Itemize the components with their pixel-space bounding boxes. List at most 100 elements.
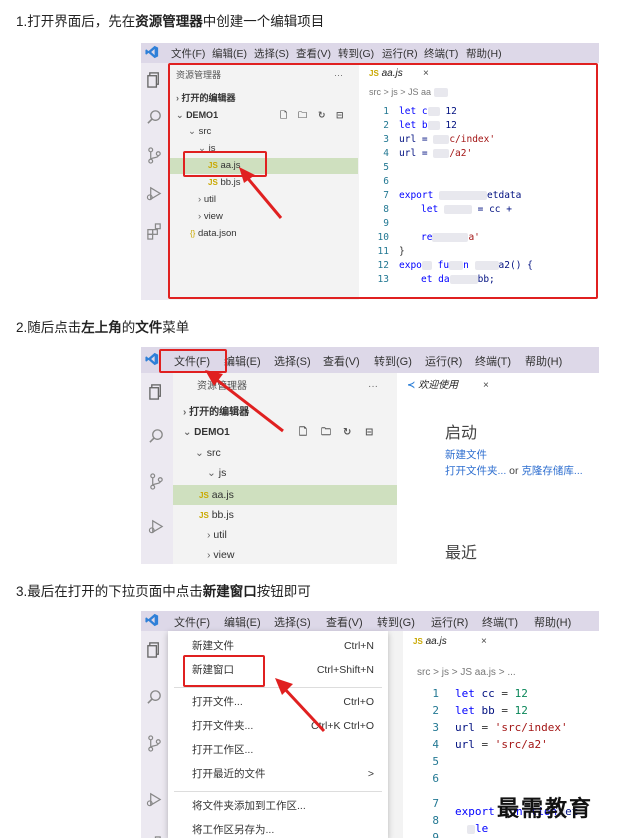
chevron-down-icon: ⌄ [195, 447, 204, 459]
more-icon[interactable]: ··· [368, 379, 378, 395]
menu-select[interactable]: 选择(S) [274, 614, 311, 630]
blurred-region [467, 824, 475, 834]
explorer-icon[interactable] [146, 71, 163, 88]
menu-item-save-workspace-as[interactable]: 将工作区另存为... [168, 819, 388, 838]
or-text: or [506, 465, 522, 477]
welcome-recent-heading: 最近 [445, 545, 478, 562]
source-control-icon[interactable] [148, 473, 165, 490]
menu-terminal[interactable]: 终端(T) [482, 614, 518, 630]
line-number: 4 [432, 738, 439, 751]
menu-terminal[interactable]: 终端(T) [424, 46, 458, 61]
code-token: = [474, 721, 495, 734]
step-text: 菜单 [162, 320, 190, 335]
menu-item-add-folder-to-workspace[interactable]: 将文件夹添加到工作区... [168, 795, 388, 817]
menu-view[interactable]: 查看(V) [296, 46, 331, 61]
search-icon[interactable] [146, 109, 163, 126]
menu-item-open-recent[interactable]: 打开最近的文件 > [168, 763, 388, 785]
collapse-icon[interactable]: ⊟ [365, 425, 373, 441]
line-number: 2 [432, 704, 439, 717]
open-editors-section[interactable]: › 打开的编辑器 [173, 405, 397, 421]
menu-goto[interactable]: 转到(G) [338, 46, 374, 61]
menu-select[interactable]: 选择(S) [254, 46, 289, 61]
tree-item-bb-js[interactable]: JS bb.js [173, 507, 397, 523]
menu-run[interactable]: 运行(R) [431, 614, 468, 630]
clone-repo-link[interactable]: 克隆存储库... [521, 465, 582, 477]
explorer-icon[interactable] [146, 641, 163, 658]
menu-help[interactable]: 帮助(H) [534, 614, 571, 630]
menu-select[interactable]: 选择(S) [274, 353, 311, 369]
new-file-link[interactable]: 新建文件 [445, 447, 487, 462]
new-folder-icon[interactable]: 🗀 [321, 425, 331, 441]
menu-item-open-workspace[interactable]: 打开工作区... [168, 739, 388, 761]
search-icon[interactable] [146, 689, 163, 706]
menu-separator [174, 791, 382, 792]
open-folder-link[interactable]: 打开文件夹... [445, 465, 506, 477]
tree-item-js[interactable]: ⌄ js [173, 465, 397, 481]
js-file-icon: JS [199, 511, 209, 520]
tree-item-view[interactable]: › view [173, 547, 397, 563]
menu-help[interactable]: 帮助(H) [466, 46, 502, 61]
menu-item-open-file[interactable]: 打开文件... Ctrl+O [168, 691, 388, 713]
menu-goto[interactable]: 转到(G) [374, 353, 412, 369]
run-debug-icon[interactable] [148, 518, 165, 535]
menu-bar: 文件(F) 编辑(E) 选择(S) 查看(V) 转到(G) 运行(R) 终端(T… [141, 43, 599, 63]
project-section[interactable]: ⌄ DEMO1 🗋 🗀 ↻ ⊟ [173, 425, 397, 441]
menu-help[interactable]: 帮助(H) [525, 353, 562, 369]
search-icon[interactable] [148, 428, 165, 445]
tree-item-aa-js[interactable]: JS aa.js [173, 485, 397, 505]
submenu-chevron-icon: > [367, 768, 374, 780]
menu-edit[interactable]: 编辑(E) [224, 614, 261, 630]
code-token: 12 [514, 687, 528, 700]
menu-view[interactable]: 查看(V) [323, 353, 360, 369]
menu-edit[interactable]: 编辑(E) [212, 46, 247, 61]
activity-bar [141, 63, 168, 300]
menu-goto[interactable]: 转到(G) [377, 614, 415, 630]
menu-run[interactable]: 运行(R) [425, 353, 462, 369]
step-1-instruction: 1.打开界面后，先在资源管理器中创建一个编辑项目 [16, 10, 324, 30]
line-number: 6 [432, 772, 439, 785]
tab-label: aa.js [425, 636, 447, 647]
refresh-icon[interactable]: ↻ [343, 425, 351, 441]
step-bold: 文件 [135, 320, 163, 335]
explorer-title: 资源管理器 ··· [173, 379, 397, 395]
editor-tab-welcome[interactable]: ≺ 欢迎使用 × [397, 373, 507, 399]
highlight-box-aa-js [183, 151, 267, 177]
explorer-icon[interactable] [148, 383, 165, 400]
highlight-box-explorer [168, 63, 598, 299]
menu-item-label: 新建文件 [192, 640, 234, 652]
run-debug-icon[interactable] [146, 791, 163, 808]
menu-file[interactable]: 文件(F) [171, 46, 205, 61]
menu-run[interactable]: 运行(R) [382, 46, 418, 61]
menu-item-shortcut: Ctrl+K Ctrl+O [310, 720, 374, 732]
run-debug-icon[interactable] [146, 185, 163, 202]
close-icon[interactable]: × [481, 631, 487, 653]
welcome-start-heading: 启动 [445, 425, 478, 442]
source-control-icon[interactable] [146, 147, 163, 164]
menu-view[interactable]: 查看(V) [326, 614, 363, 630]
tree-item-label: js [218, 467, 227, 479]
step-bold: 左上角 [81, 320, 122, 335]
new-file-icon[interactable]: 🗋 [299, 425, 307, 441]
editor-tab-aa[interactable]: JS aa.js × [403, 631, 503, 653]
tree-item-src[interactable]: ⌄ src [173, 445, 397, 461]
close-icon[interactable]: × [483, 373, 489, 399]
menu-terminal[interactable]: 终端(T) [475, 353, 511, 369]
menu-item-label: 打开文件夹... [192, 720, 254, 732]
menu-file[interactable]: 文件(F) [174, 614, 210, 630]
step-text: 中创建一个编辑项目 [202, 14, 325, 29]
vscode-logo-icon: ≺ [407, 380, 416, 391]
menu-item-open-folder[interactable]: 打开文件夹... Ctrl+K Ctrl+O [168, 715, 388, 737]
source-control-icon[interactable] [146, 735, 163, 752]
menu-item-new-file[interactable]: 新建文件 Ctrl+N [168, 635, 388, 657]
code-token: cc [481, 687, 495, 700]
step-text: 按钮即可 [256, 584, 311, 599]
chevron-right-icon: › [207, 529, 211, 541]
menu-bar: 文件(F) 编辑(E) 选择(S) 查看(V) 转到(G) 运行(R) 终端(T… [141, 611, 599, 631]
code-line: url = 'src/index' [455, 721, 568, 734]
menu-item-label: 将文件夹添加到工作区... [192, 800, 306, 812]
menu-edit[interactable]: 编辑(E) [224, 353, 261, 369]
code-token: let [455, 687, 482, 700]
tree-item-util[interactable]: › util [173, 527, 397, 543]
extensions-icon[interactable] [146, 223, 163, 240]
screenshot-2: 文件(F) 编辑(E) 选择(S) 查看(V) 转到(G) 运行(R) 终端(T… [141, 347, 599, 564]
